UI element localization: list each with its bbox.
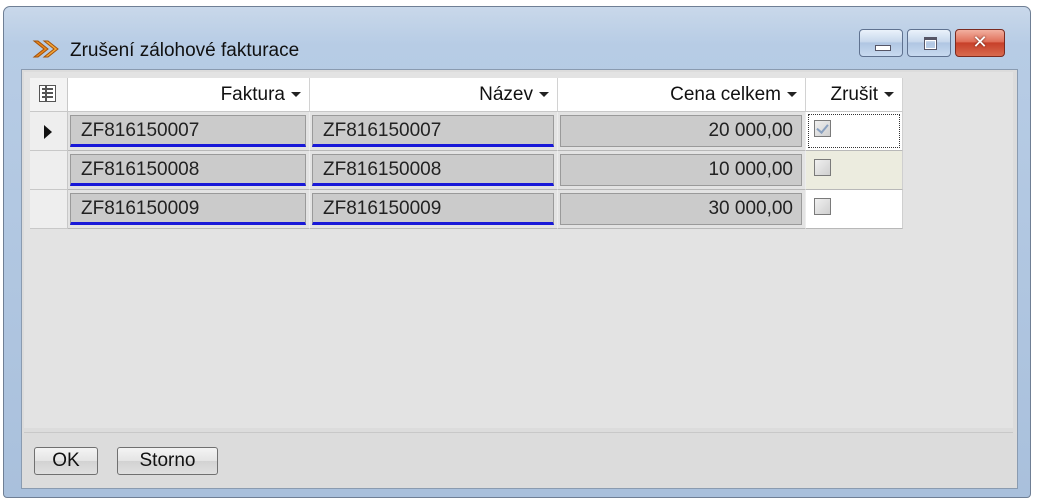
column-header-faktura[interactable]: Faktura	[68, 78, 310, 112]
row-header[interactable]	[30, 190, 68, 229]
table-row[interactable]: ZF816150008 ZF816150008 10 000,00	[30, 151, 903, 190]
dropdown-arrow-icon[interactable]	[787, 92, 797, 98]
cell-faktura[interactable]: ZF816150007	[68, 112, 310, 151]
faktura-link[interactable]: ZF816150007	[70, 115, 306, 147]
nazev-link[interactable]: ZF816150008	[312, 154, 554, 186]
title-bar[interactable]: Zrušení zálohové fakturace ✕	[4, 7, 1030, 67]
cell-faktura[interactable]: ZF816150009	[68, 190, 310, 229]
ok-button[interactable]: OK	[34, 447, 98, 475]
column-header-nazev[interactable]: Název	[310, 78, 558, 112]
dialog-window: Zrušení zálohové fakturace ✕ Faktura Náz…	[3, 6, 1031, 498]
close-button[interactable]: ✕	[955, 29, 1005, 57]
cell-zrusit[interactable]	[806, 151, 903, 190]
storno-button[interactable]: Storno	[117, 447, 218, 475]
current-row-indicator-icon	[44, 125, 52, 139]
cell-nazev[interactable]: ZF816150007	[310, 112, 558, 151]
column-header-zrusit[interactable]: Zrušit	[806, 78, 903, 112]
dropdown-arrow-icon[interactable]	[884, 92, 894, 98]
zrusit-checkbox[interactable]	[814, 159, 831, 176]
cell-zrusit[interactable]	[806, 190, 903, 229]
cell-faktura[interactable]: ZF816150008	[68, 151, 310, 190]
cell-cena-celkem: 10 000,00	[558, 151, 806, 190]
faktura-link[interactable]: ZF816150009	[70, 193, 306, 225]
column-header-label: Zrušit	[830, 84, 879, 105]
maximize-button[interactable]	[907, 29, 951, 57]
cell-nazev[interactable]: ZF816150008	[310, 151, 558, 190]
minimize-icon	[875, 45, 891, 51]
cell-zrusit[interactable]	[806, 112, 903, 151]
cell-cena-celkem: 30 000,00	[558, 190, 806, 229]
invoice-grid: Faktura Název Cena celkem Zrušit ZF81615…	[24, 72, 1013, 428]
cell-nazev[interactable]: ZF816150009	[310, 190, 558, 229]
app-icon	[32, 40, 59, 58]
table-row[interactable]: ZF816150009 ZF816150009 30 000,00	[30, 190, 903, 229]
table-row[interactable]: ZF816150007 ZF816150007 20 000,00	[30, 112, 903, 151]
maximize-icon	[924, 37, 937, 50]
button-bar: OK Storno	[24, 432, 1013, 487]
column-header-label: Faktura	[220, 84, 285, 105]
window-title: Zrušení zálohové fakturace	[70, 40, 300, 61]
column-header-cena-celkem[interactable]: Cena celkem	[558, 78, 806, 112]
nazev-link[interactable]: ZF816150009	[312, 193, 554, 225]
dropdown-arrow-icon[interactable]	[539, 92, 549, 98]
cena-value: 20 000,00	[560, 115, 802, 147]
minimize-button[interactable]	[859, 29, 903, 57]
faktura-link[interactable]: ZF816150008	[70, 154, 306, 186]
dropdown-arrow-icon[interactable]	[291, 92, 301, 98]
cena-value: 10 000,00	[560, 154, 802, 186]
column-header-label: Cena celkem	[670, 84, 781, 105]
column-chooser-icon	[39, 85, 56, 102]
row-header[interactable]	[30, 112, 68, 151]
zrusit-checkbox[interactable]	[814, 198, 831, 215]
nazev-link[interactable]: ZF816150007	[312, 115, 554, 147]
dialog-client-area: Faktura Název Cena celkem Zrušit ZF81615…	[21, 69, 1018, 489]
row-header[interactable]	[30, 151, 68, 190]
close-icon: ✕	[972, 32, 988, 53]
zrusit-checkbox[interactable]	[814, 120, 831, 137]
cena-value: 30 000,00	[560, 193, 802, 225]
column-header-label: Název	[479, 84, 533, 105]
cell-cena-celkem: 20 000,00	[558, 112, 806, 151]
column-chooser-button[interactable]	[30, 78, 68, 112]
